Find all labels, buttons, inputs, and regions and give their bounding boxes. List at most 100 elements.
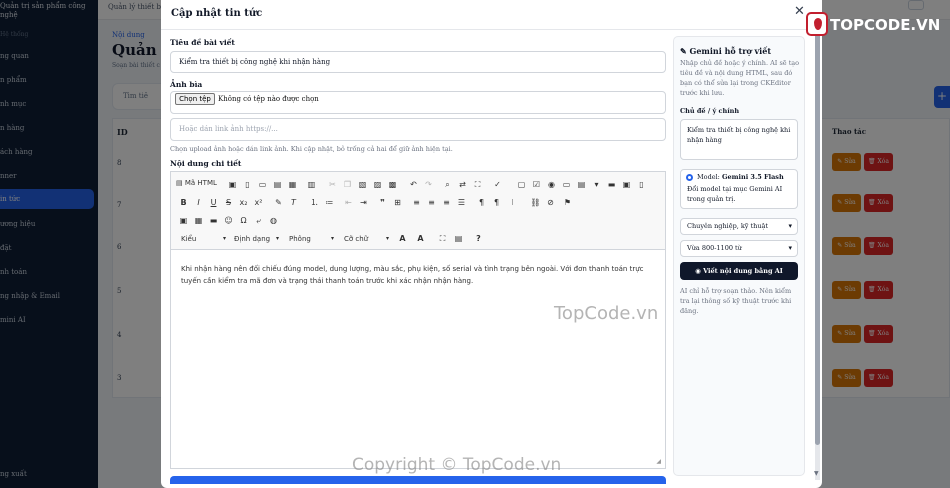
bold-icon[interactable]: B [178, 197, 189, 208]
rtl-icon[interactable]: ¶ [491, 197, 502, 208]
indent-icon[interactable]: ⇥ [358, 197, 369, 208]
ltr-icon[interactable]: ¶ [476, 197, 487, 208]
paste-text-icon[interactable]: ▨ [372, 179, 383, 190]
image-icon[interactable]: ▣ [178, 215, 189, 226]
select-field-icon[interactable]: ▾ [591, 179, 602, 190]
show-blocks-icon[interactable]: ▤ [453, 233, 464, 244]
image-url-input[interactable]: Hoặc dán link ảnh https://... [170, 118, 666, 141]
content-label: Nội dung chi tiết [170, 159, 242, 168]
cut-icon[interactable]: ✂ [327, 179, 338, 190]
select-all-icon[interactable]: ⛶ [472, 179, 483, 190]
watermark-bottom: Copyright © TopCode.vn [352, 455, 562, 475]
textarea-icon[interactable]: ▤ [576, 179, 587, 190]
new-page-icon[interactable]: ▯ [242, 179, 253, 190]
spellcheck-icon[interactable]: ✓ [492, 179, 503, 190]
modal-header: Cập nhật tin tức ✕ [161, 0, 822, 30]
watermark-center: TopCode.vn [554, 303, 659, 324]
outdent-icon[interactable]: ⇤ [343, 197, 354, 208]
undo-icon[interactable]: ↶ [408, 179, 419, 190]
unlink-icon[interactable]: ⊘ [545, 197, 556, 208]
tone-select[interactable]: Chuyên nghiệp, kỹ thuật ▾ [680, 218, 798, 235]
print-icon[interactable]: ▦ [287, 179, 298, 190]
ai-assistant-panel: ✎ Gemini hỗ trợ viết Nhập chủ đề hoặc ý … [673, 36, 805, 476]
font-combo[interactable]: Phông ▾ [289, 233, 334, 245]
button-field-icon[interactable]: ▬ [606, 179, 617, 190]
replace-icon[interactable]: ⇄ [457, 179, 468, 190]
chevron-down-icon: ▾ [275, 235, 279, 242]
scrollbar-thumb[interactable] [815, 30, 820, 445]
source-button[interactable]: ▤ Mã HTML [176, 179, 217, 187]
underline-icon[interactable]: U [208, 197, 219, 208]
magic-wand-icon: ✎ [680, 46, 690, 56]
robot-icon: ◉ [695, 267, 704, 275]
scroll-down-icon[interactable]: ▼ [814, 470, 819, 477]
close-icon[interactable]: ✕ [794, 4, 805, 19]
text-color-icon[interactable]: A [397, 233, 408, 244]
editor-content[interactable]: Khi nhận hàng nên đối chiếu đúng model, … [181, 263, 651, 287]
model-radio[interactable] [686, 174, 693, 181]
anchor-icon[interactable]: ⚑ [562, 197, 573, 208]
help-icon[interactable]: ? [473, 233, 484, 244]
image-button-icon[interactable]: ▣ [621, 179, 632, 190]
ai-topic-input[interactable]: Kiểm tra thiết bị công nghệ khi nhận hàn… [680, 119, 798, 160]
export-pdf-icon[interactable]: ▭ [257, 179, 268, 190]
justify-icon[interactable]: ☰ [456, 197, 467, 208]
hidden-field-icon[interactable]: ▯ [636, 179, 647, 190]
font-size-combo[interactable]: Cỡ chữ ▾ [344, 233, 389, 245]
logo-text: TOPCODE.VN [830, 16, 941, 34]
styles-combo[interactable]: Kiểu ▾ [181, 233, 226, 245]
cover-hint: Chọn upload ảnh hoặc dán link ảnh. Khi c… [170, 145, 453, 153]
special-char-icon[interactable]: Ω [238, 215, 249, 226]
textfield-icon[interactable]: ▭ [561, 179, 572, 190]
form-icon[interactable]: ▢ [516, 179, 527, 190]
modal-scrollbar[interactable]: ▼ [814, 30, 820, 480]
remove-format-icon[interactable]: T [288, 197, 299, 208]
italic-icon[interactable]: I [193, 197, 204, 208]
superscript-icon[interactable]: x² [253, 197, 264, 208]
subscript-icon[interactable]: x₂ [238, 197, 249, 208]
radio-icon[interactable]: ◉ [546, 179, 557, 190]
paste-icon[interactable]: ▧ [357, 179, 368, 190]
title-input[interactable]: Kiểm tra thiết bị công nghệ khi nhận hàn… [170, 51, 666, 73]
generate-ai-button[interactable]: ◉ Viết nội dung bằng AI [680, 262, 798, 280]
align-center-icon[interactable]: ≡ [426, 197, 437, 208]
save-icon[interactable]: ▣ [227, 179, 238, 190]
div-container-icon[interactable]: ⊞ [392, 197, 403, 208]
chevron-down-icon: ▾ [222, 235, 226, 242]
maximize-icon[interactable]: ⛶ [437, 233, 448, 244]
ai-description: Nhập chủ đề hoặc ý chính. AI sẽ tạo tiêu… [680, 59, 800, 97]
resize-handle-icon[interactable]: ◢ [656, 458, 661, 465]
strike-icon[interactable]: S [223, 197, 234, 208]
smiley-icon[interactable]: ☺ [223, 215, 234, 226]
format-combo[interactable]: Định dạng ▾ [234, 233, 279, 245]
table-icon[interactable]: ▦ [193, 215, 204, 226]
file-status: Không có tệp nào được chọn [218, 95, 319, 103]
align-right-icon[interactable]: ≡ [441, 197, 452, 208]
numbered-list-icon[interactable]: ⒈ [309, 197, 320, 208]
page-break-icon[interactable]: ⤶ [253, 215, 264, 226]
copy-icon[interactable]: ❐ [342, 179, 353, 190]
topcode-logo: TOPCODE.VN [806, 10, 950, 40]
templates-icon[interactable]: ▥ [306, 179, 317, 190]
find-icon[interactable]: ⌕ [442, 179, 453, 190]
paste-word-icon[interactable]: ▩ [387, 179, 398, 190]
copy-format-icon[interactable]: ✎ [273, 197, 284, 208]
bulleted-list-icon[interactable]: ≔ [324, 197, 335, 208]
choose-file-button[interactable]: Chọn tệp [175, 93, 215, 105]
source-icon: ▤ [176, 179, 185, 187]
horizontal-line-icon[interactable]: ▬ [208, 215, 219, 226]
length-select[interactable]: Vừa 800-1100 từ ▾ [680, 240, 798, 257]
language-icon[interactable]: ⁝ [507, 197, 518, 208]
align-left-icon[interactable]: ≡ [411, 197, 422, 208]
bg-color-icon[interactable]: A [415, 233, 426, 244]
iframe-icon[interactable]: ◍ [268, 215, 279, 226]
checkbox-icon[interactable]: ☑ [531, 179, 542, 190]
chevron-down-icon: ▾ [330, 235, 334, 242]
save-submit-button[interactable] [170, 476, 666, 484]
modal-title: Cập nhật tin tức [171, 8, 263, 19]
redo-icon[interactable]: ↷ [423, 179, 434, 190]
link-icon[interactable]: ⛓ [530, 197, 541, 208]
logo-mark-icon [806, 12, 828, 36]
blockquote-icon[interactable]: ❞ [377, 197, 388, 208]
preview-icon[interactable]: ▤ [272, 179, 283, 190]
